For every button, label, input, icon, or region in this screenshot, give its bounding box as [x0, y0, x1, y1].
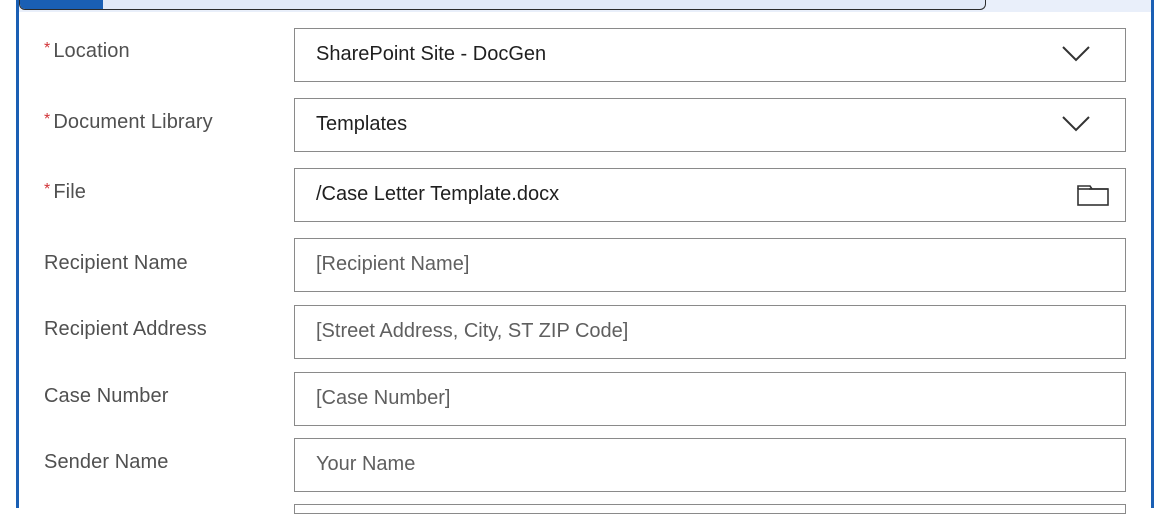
file-label: * File — [44, 181, 86, 204]
next-field-partial[interactable] — [294, 504, 1126, 514]
location-label: * Location — [44, 40, 130, 63]
panel-right-border — [1151, 0, 1154, 508]
recipient-name-input[interactable]: [Recipient Name] — [294, 238, 1126, 292]
recipient-name-label: Recipient Name — [44, 252, 188, 274]
document-library-label: * Document Library — [44, 111, 213, 134]
document-library-label-text: Document Library — [53, 111, 213, 133]
file-picker-field[interactable]: /Case Letter Template.docx — [294, 168, 1126, 222]
recipient-address-label: Recipient Address — [44, 318, 207, 340]
sender-name-label: Sender Name — [44, 451, 169, 473]
sender-name-placeholder: Your Name — [316, 453, 416, 475]
required-marker: * — [44, 40, 51, 57]
required-marker: * — [44, 181, 51, 198]
file-value: /Case Letter Template.docx — [316, 183, 560, 205]
sender-name-input[interactable]: Your Name — [294, 438, 1126, 492]
case-number-label: Case Number — [44, 385, 169, 407]
case-number-placeholder: [Case Number] — [316, 387, 451, 409]
recipient-address-input[interactable]: [Street Address, City, ST ZIP Code] — [294, 305, 1126, 359]
folder-icon[interactable] — [1077, 184, 1109, 206]
document-library-value: Templates — [316, 113, 408, 135]
recipient-name-placeholder: [Recipient Name] — [316, 253, 470, 275]
location-label-text: Location — [53, 40, 130, 62]
header-tab-bar[interactable] — [19, 0, 986, 10]
file-label-text: File — [53, 181, 86, 203]
case-number-input[interactable]: [Case Number] — [294, 372, 1126, 426]
chevron-down-icon[interactable] — [1061, 114, 1091, 132]
location-dropdown[interactable]: SharePoint Site - DocGen — [294, 28, 1126, 82]
location-value: SharePoint Site - DocGen — [316, 43, 547, 65]
panel-left-border — [16, 0, 19, 508]
chevron-down-icon[interactable] — [1061, 44, 1091, 62]
recipient-address-placeholder: [Street Address, City, ST ZIP Code] — [316, 320, 629, 342]
header-tab-active-indicator — [20, 0, 103, 9]
required-marker: * — [44, 111, 51, 128]
form-panel: * Location SharePoint Site - DocGen * Docu… — [0, 0, 1170, 514]
document-library-dropdown[interactable]: Templates — [294, 98, 1126, 152]
